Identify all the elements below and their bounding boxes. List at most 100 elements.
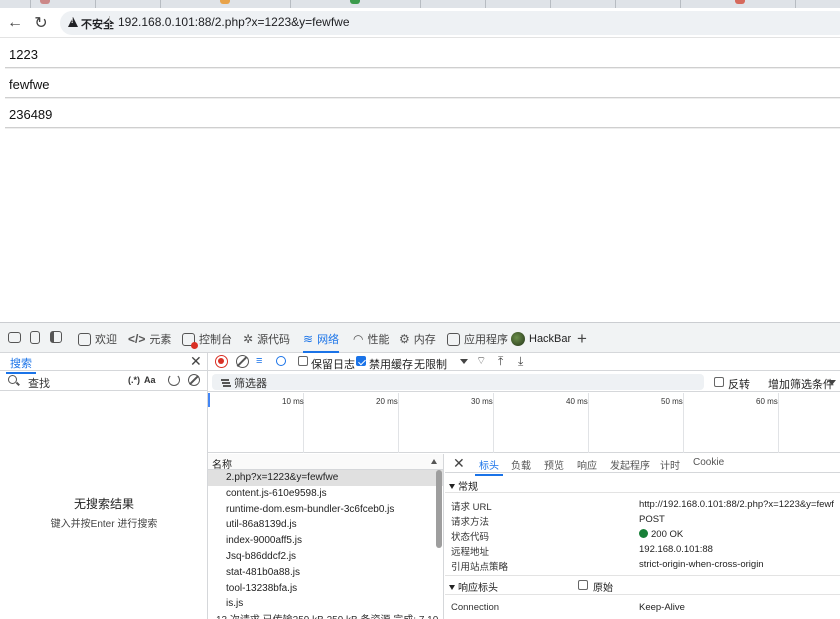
more-filters-button[interactable]: 增加筛选条件 bbox=[768, 376, 834, 392]
tab-application[interactable]: 应用程序 bbox=[447, 327, 508, 351]
timeline-gridline bbox=[588, 393, 589, 453]
tab-initiator[interactable]: 发起程序 bbox=[610, 457, 650, 472]
invert-checkbox[interactable] bbox=[714, 377, 724, 387]
close-icon[interactable]: ✕ bbox=[453, 456, 465, 470]
warning-icon[interactable] bbox=[68, 17, 78, 27]
close-icon[interactable]: ✕ bbox=[190, 354, 202, 368]
network-conditions-icon[interactable]: ⌔ bbox=[476, 355, 489, 368]
record-icon[interactable] bbox=[215, 355, 228, 368]
tab-timing[interactable]: 计时 bbox=[660, 457, 680, 472]
tab-network[interactable]: ≋ 网络 bbox=[303, 327, 340, 353]
output-line-3: 236489 bbox=[9, 107, 53, 122]
network-timeline[interactable]: 10 ms 20 ms 30 ms 40 ms 50 ms 60 ms bbox=[208, 393, 840, 453]
filter-placeholder[interactable]: 筛选器 bbox=[234, 375, 267, 391]
tab-sources[interactable]: ✲ 源代码 bbox=[243, 327, 290, 351]
tab-performance[interactable]: ◠ 性能 bbox=[353, 327, 389, 351]
general-section-header[interactable]: 常规 bbox=[449, 478, 478, 493]
search-input[interactable]: 查找 (.*) Aa bbox=[0, 371, 207, 391]
section-divider bbox=[445, 575, 840, 576]
preserve-log-checkbox[interactable] bbox=[298, 356, 308, 366]
tab-console[interactable]: 控制台 bbox=[182, 327, 232, 351]
hackbar-icon bbox=[511, 332, 525, 346]
regex-toggle[interactable]: (.*) bbox=[128, 375, 140, 385]
tab-divider bbox=[160, 0, 161, 8]
tab-search[interactable]: 搜索 bbox=[6, 355, 36, 374]
sort-icon[interactable] bbox=[431, 459, 437, 464]
refresh-icon[interactable] bbox=[168, 374, 180, 386]
status-ok-icon bbox=[639, 529, 648, 538]
tab-payload[interactable]: 负载 bbox=[511, 457, 531, 472]
chevron-down-icon[interactable] bbox=[460, 359, 468, 364]
response-headers-section-header[interactable]: 响应标头 bbox=[449, 579, 498, 594]
header-value: strict-origin-when-cross-origin bbox=[639, 559, 764, 570]
network-panel: ≡ 保留日志 禁用缓存 无限制 ⌔ ⤒ ⤓ 筛选器 反转 增加筛选条件 10 m… bbox=[208, 353, 840, 619]
clear-log-icon[interactable] bbox=[236, 355, 249, 368]
dock-icon[interactable] bbox=[50, 331, 62, 343]
home-icon bbox=[78, 332, 91, 346]
tab-hackbar[interactable]: HackBar bbox=[511, 327, 571, 351]
inspect-icon[interactable] bbox=[8, 332, 21, 343]
clear-icon[interactable] bbox=[188, 374, 200, 386]
tab-divider bbox=[95, 0, 96, 8]
filter-icon bbox=[221, 379, 229, 381]
devtools-tabbar: 欢迎 </> 元素 控制台 ✲ 源代码 ≋ 网络 ◠ 性能 ⚙ 内存 应用程序 bbox=[0, 323, 840, 353]
list-scrollbar[interactable] bbox=[436, 470, 442, 548]
request-row[interactable]: index-9000aff5.js bbox=[208, 533, 443, 549]
tab-headers[interactable]: 标头 bbox=[475, 457, 503, 476]
back-icon[interactable]: ← bbox=[5, 13, 25, 33]
page-content: 1223 fewfwe 236489 bbox=[0, 38, 840, 322]
search-placeholder[interactable]: 查找 bbox=[28, 375, 50, 391]
disable-cache-checkbox[interactable] bbox=[356, 356, 366, 366]
header-key: 请求方法 bbox=[451, 517, 490, 528]
tab-divider bbox=[680, 0, 681, 8]
disable-cache-label[interactable]: 禁用缓存 bbox=[369, 356, 413, 372]
tab-elements[interactable]: </> 元素 bbox=[128, 327, 171, 351]
add-tab-icon[interactable]: + bbox=[577, 327, 587, 351]
filter-toggle-icon[interactable]: ≡ bbox=[256, 355, 269, 368]
request-row[interactable]: stat-481b0a88.js bbox=[208, 565, 443, 581]
request-row[interactable]: runtime-dom.esm-bundler-3c6fceb0.js bbox=[208, 502, 443, 518]
import-icon[interactable]: ⤒ bbox=[498, 355, 511, 368]
tab-response[interactable]: 响应 bbox=[577, 457, 597, 472]
chevron-down-icon[interactable] bbox=[828, 380, 836, 385]
invert-label[interactable]: 反转 bbox=[728, 376, 750, 392]
url-text[interactable]: 192.168.0.101:88/2.php?x=1223&y=fewfwe bbox=[118, 15, 350, 29]
name-column-header[interactable]: 名称 bbox=[208, 454, 443, 471]
horizontal-rule bbox=[5, 67, 840, 69]
raw-label[interactable]: 原始 bbox=[593, 579, 613, 594]
tab-divider bbox=[795, 0, 796, 8]
reload-icon[interactable]: ↻ bbox=[31, 13, 51, 33]
request-row[interactable]: content.js-610e9598.js bbox=[208, 486, 443, 502]
request-row[interactable]: util-86a8139d.js bbox=[208, 517, 443, 533]
request-row[interactable]: tool-13238bfa.js bbox=[208, 581, 443, 597]
address-bar[interactable]: 不安全 192.168.0.101:88/2.php?x=1223&y=fewf… bbox=[60, 11, 840, 35]
tab-label: 性能 bbox=[367, 334, 390, 346]
code-icon: </> bbox=[128, 332, 146, 346]
header-value: POST bbox=[639, 514, 665, 525]
search-icon bbox=[8, 375, 17, 384]
request-row[interactable]: is.js bbox=[208, 596, 443, 612]
search-network-icon[interactable] bbox=[276, 356, 286, 366]
device-icon[interactable] bbox=[30, 331, 40, 344]
request-row[interactable]: Jsq-b86ddcf2.js bbox=[208, 549, 443, 565]
tab-welcome[interactable]: 欢迎 bbox=[78, 327, 117, 351]
tab-memory[interactable]: ⚙ 内存 bbox=[399, 327, 436, 351]
timeline-gridline bbox=[493, 393, 494, 453]
tab-cookies[interactable]: Cookie bbox=[693, 457, 724, 468]
tab-label: 控制台 bbox=[199, 334, 232, 346]
request-row[interactable]: 2.php?x=1223&y=fewfwe bbox=[208, 470, 443, 486]
devtools-panel: 欢迎 </> 元素 控制台 ✲ 源代码 ≋ 网络 ◠ 性能 ⚙ 内存 应用程序 bbox=[0, 322, 840, 619]
output-line-1: 1223 bbox=[9, 47, 38, 62]
export-icon[interactable]: ⤓ bbox=[518, 355, 531, 368]
tab-divider bbox=[550, 0, 551, 8]
preserve-log-label[interactable]: 保留日志 bbox=[311, 356, 355, 372]
match-case-toggle[interactable]: Aa bbox=[144, 375, 156, 385]
filter-input[interactable]: 筛选器 bbox=[212, 374, 704, 390]
timeline-tick: 40 ms bbox=[566, 397, 588, 406]
raw-checkbox[interactable] bbox=[578, 580, 588, 590]
search-hint: 键入并按Enter 进行搜索 bbox=[50, 519, 158, 530]
horizontal-rule bbox=[5, 127, 840, 129]
throttling-select[interactable]: 无限制 bbox=[414, 356, 447, 372]
tab-preview[interactable]: 预览 bbox=[544, 457, 564, 472]
header-value: Keep-Alive bbox=[639, 602, 685, 613]
